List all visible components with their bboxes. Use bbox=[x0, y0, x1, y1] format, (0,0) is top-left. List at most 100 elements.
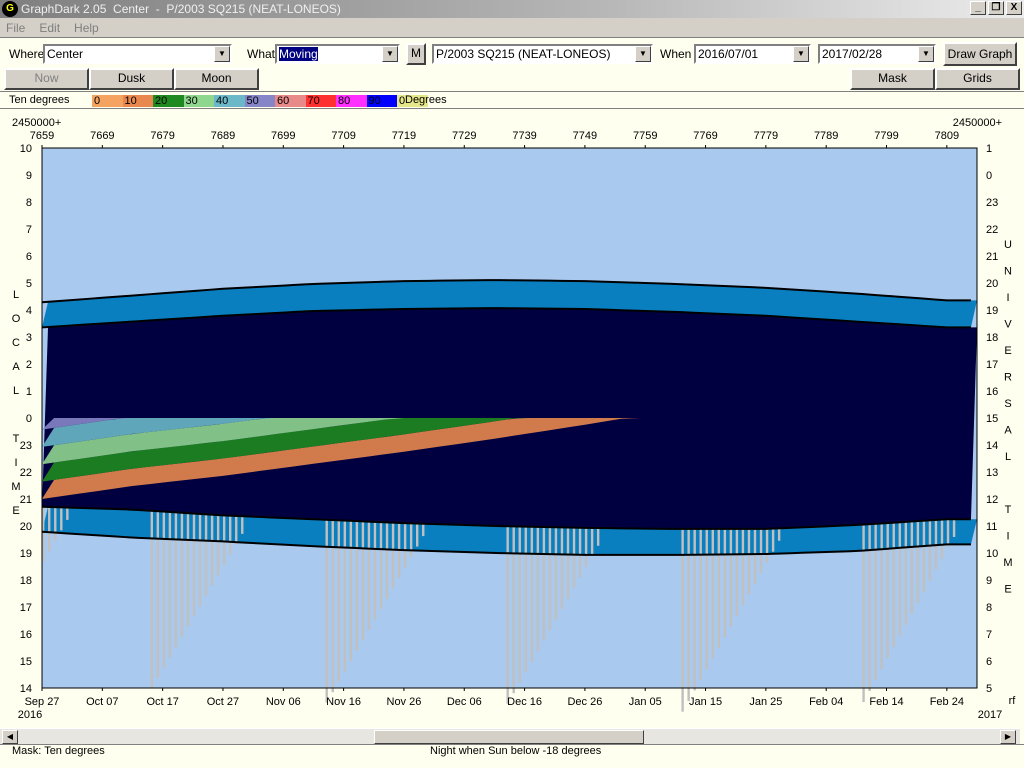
date-tick: Oct 27 bbox=[207, 696, 239, 708]
horizontal-scrollbar[interactable]: ◀ ▶ bbox=[0, 728, 1020, 744]
scroll-thumb[interactable] bbox=[374, 730, 644, 744]
scroll-right-icon[interactable]: ▶ bbox=[1000, 730, 1016, 744]
left-axis-tick: 3 bbox=[26, 332, 32, 344]
date-tick: Nov 26 bbox=[387, 696, 422, 708]
right-axis-tick: 7 bbox=[986, 629, 992, 641]
right-axis-tick: 23 bbox=[986, 197, 998, 209]
restore-button[interactable]: ❐ bbox=[988, 1, 1004, 15]
chart-moon-bar bbox=[699, 528, 702, 680]
right-axis-label-char: N bbox=[1004, 266, 1012, 278]
end-date-select[interactable]: 2017/02/28 ▼ bbox=[818, 44, 936, 64]
left-axis-tick: 19 bbox=[20, 548, 32, 560]
right-axis-label-char: A bbox=[1004, 425, 1012, 437]
chart-moon-bar bbox=[379, 522, 383, 610]
chart-moon-bar bbox=[693, 528, 696, 691]
visibility-chart: 2450000+ 2450000+7659 7669 7679 7689 7699 7709… bbox=[11, 117, 1016, 721]
right-axis-tick: 1 bbox=[986, 143, 992, 155]
legend-band-4: 40 bbox=[214, 95, 245, 107]
date-tick: Jan 15 bbox=[689, 696, 722, 708]
now-button[interactable]: Now bbox=[4, 68, 89, 90]
jd-tick: 7769 bbox=[693, 130, 717, 142]
left-axis-tick: 8 bbox=[26, 197, 32, 209]
chart-moon-bar bbox=[331, 520, 334, 693]
left-axis-tick: 1 bbox=[26, 386, 32, 398]
chevron-down-icon[interactable]: ▼ bbox=[793, 46, 809, 62]
chart-moon-bar bbox=[898, 522, 901, 636]
chart-moon-bar bbox=[548, 527, 552, 631]
scroll-left-icon[interactable]: ◀ bbox=[2, 730, 18, 744]
legend-band-8: 80 bbox=[336, 95, 367, 107]
grids-button[interactable]: Grids bbox=[935, 68, 1020, 90]
chart-moon-bar bbox=[48, 506, 51, 552]
left-axis-tick: 20 bbox=[20, 521, 32, 533]
object-select[interactable]: P/2003 SQ215 (NEAT-LONEOS) ▼ bbox=[432, 44, 653, 64]
chart-moon-bar bbox=[349, 520, 353, 661]
chart-moon-bar bbox=[367, 521, 371, 630]
what-select[interactable]: Moving ▼ bbox=[275, 44, 400, 64]
legend-band-1: 10 bbox=[122, 95, 153, 107]
chart-moon-bar bbox=[403, 523, 407, 568]
chart-moon-bar bbox=[168, 511, 172, 658]
legend-title: Ten degrees bbox=[9, 94, 70, 106]
left-axis-label-char: T bbox=[13, 433, 20, 445]
dusk-button[interactable]: Dusk bbox=[89, 68, 174, 90]
date-tick: Jan 05 bbox=[629, 696, 662, 708]
chart-moon-bar bbox=[355, 521, 359, 651]
chart-moon-bar bbox=[416, 523, 419, 547]
right-axis-tick: 6 bbox=[986, 656, 992, 668]
left-axis-tick: 15 bbox=[20, 656, 32, 668]
right-axis-tick: 20 bbox=[986, 278, 998, 290]
menu-help[interactable]: Help bbox=[74, 21, 99, 35]
legend-band-2: 20 bbox=[153, 95, 184, 107]
chevron-down-icon[interactable]: ▼ bbox=[214, 46, 230, 62]
chevron-down-icon[interactable]: ▼ bbox=[918, 46, 934, 62]
minimize-button[interactable]: _ bbox=[970, 1, 986, 15]
chart-moon-bar bbox=[343, 520, 347, 672]
close-button[interactable]: X bbox=[1006, 1, 1022, 15]
where-value: Center bbox=[47, 47, 84, 61]
right-axis-tick: 13 bbox=[986, 467, 998, 479]
right-axis-tick: 11 bbox=[986, 521, 997, 533]
left-axis-tick: 18 bbox=[20, 575, 32, 587]
what-value: Moving bbox=[279, 47, 318, 61]
what-label: What bbox=[247, 47, 276, 61]
mask-button[interactable]: Mask bbox=[850, 68, 935, 90]
chart-moon-bar bbox=[940, 519, 944, 559]
moon-button[interactable]: Moon bbox=[174, 68, 259, 90]
right-axis-tick: 15 bbox=[986, 413, 998, 425]
chart-moon-bar bbox=[554, 527, 558, 620]
left-axis-tick: 4 bbox=[26, 305, 32, 317]
left-axis-tick: 10 bbox=[20, 143, 32, 155]
right-axis-tick: 17 bbox=[986, 359, 998, 371]
chart-moon-bar bbox=[222, 515, 226, 566]
chevron-down-icon[interactable]: ▼ bbox=[382, 46, 398, 62]
right-axis-label-char: M bbox=[1003, 557, 1012, 569]
chart-moon-bar bbox=[156, 511, 160, 678]
year-right: 2017 bbox=[978, 709, 1002, 721]
draw-graph-button[interactable]: Draw Graph bbox=[943, 42, 1017, 66]
chevron-down-icon[interactable]: ▼ bbox=[635, 46, 651, 62]
chart-moon-bar bbox=[204, 514, 208, 596]
left-axis-label-char: A bbox=[12, 361, 20, 373]
chart-moon-bar bbox=[192, 513, 196, 617]
m-button[interactable]: M bbox=[406, 43, 426, 65]
menu-edit[interactable]: Edit bbox=[39, 21, 60, 35]
chart-moon-bar bbox=[711, 528, 714, 659]
start-date-select[interactable]: 2016/07/01 ▼ bbox=[694, 44, 811, 64]
right-axis-label-char: E bbox=[1004, 584, 1011, 596]
date-tick: Nov 16 bbox=[326, 696, 361, 708]
chart-moon-bar bbox=[54, 507, 57, 541]
title-bar: G GraphDark 2.05 Center - P/2003 SQ215 (… bbox=[0, 0, 1024, 18]
status-bar: Mask: Ten degrees Night when Sun below -… bbox=[0, 744, 1024, 768]
date-tick: Dec 06 bbox=[447, 696, 482, 708]
menu-file[interactable]: File bbox=[6, 21, 25, 35]
right-axis-tick: 5 bbox=[986, 683, 992, 695]
date-tick: Oct 17 bbox=[146, 696, 178, 708]
chart-moon-bar bbox=[723, 528, 727, 638]
legend-band-3: 30 bbox=[183, 95, 214, 107]
where-select[interactable]: Center ▼ bbox=[43, 44, 232, 64]
chart-moon-bar bbox=[524, 526, 527, 673]
end-date-value: 2017/02/28 bbox=[822, 47, 883, 61]
right-axis-tick: 16 bbox=[986, 386, 998, 398]
chart-moon-bar bbox=[572, 527, 576, 588]
